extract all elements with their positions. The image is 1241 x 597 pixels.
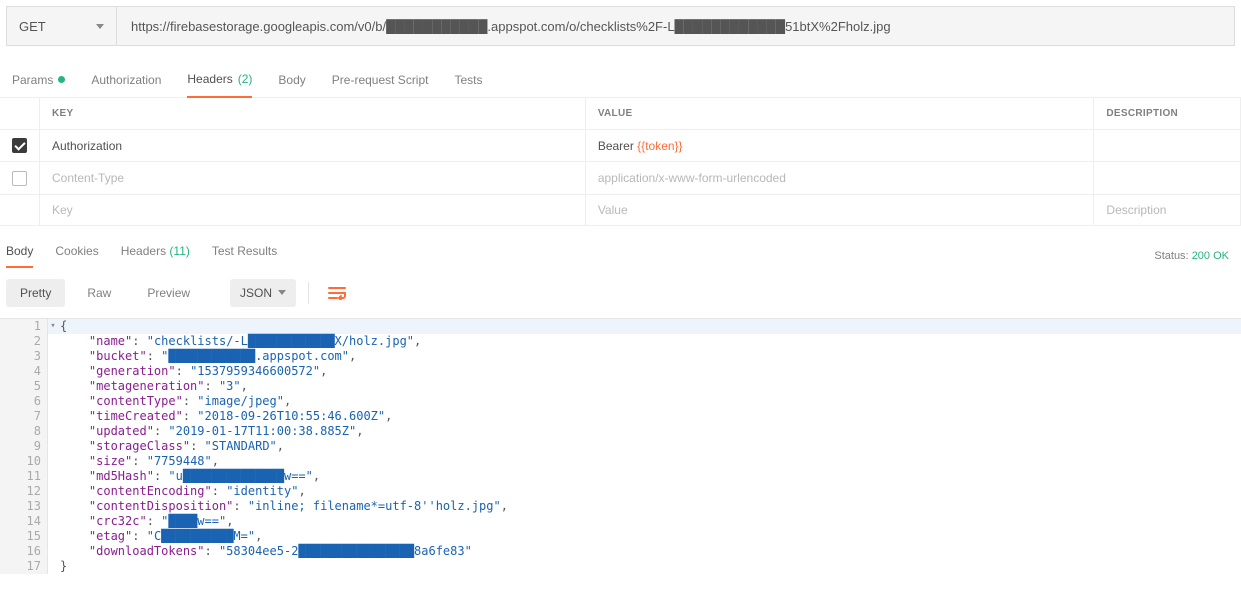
header-desc-cell[interactable]	[1094, 162, 1241, 194]
tab-label: Headers	[187, 72, 232, 86]
header-value-cell[interactable]: Bearer {{token}}	[585, 130, 1094, 162]
wrap-icon	[328, 286, 346, 300]
col-key: KEY	[40, 98, 586, 130]
viewer-toolbar: Pretty Raw Preview JSON	[0, 268, 1241, 318]
http-method-select[interactable]: GET	[7, 7, 117, 45]
header-desc-input[interactable]: Description	[1094, 194, 1241, 225]
format-label: JSON	[240, 286, 272, 300]
code-line: 13 "contentDisposition": "inline; filena…	[0, 499, 1241, 514]
tab-body[interactable]: Body	[278, 72, 305, 97]
row-checkbox[interactable]	[12, 138, 27, 153]
code-line: 16 "downloadTokens": "58304ee5-2████████…	[0, 544, 1241, 559]
code-line: 11 "md5Hash": "u██████████████w==",	[0, 469, 1241, 484]
wrap-lines-button[interactable]	[321, 278, 353, 308]
row-checkbox[interactable]	[12, 171, 27, 186]
col-value: VALUE	[585, 98, 1094, 130]
status-code: 200 OK	[1192, 250, 1229, 262]
chevron-down-icon	[96, 24, 104, 29]
code-line: 6 "contentType": "image/jpeg",	[0, 394, 1241, 409]
table-row-new[interactable]: KeyValueDescription	[0, 194, 1241, 225]
response-tabs: Body Cookies Headers (11) Test Results	[6, 244, 277, 268]
divider	[308, 282, 309, 304]
header-key-cell[interactable]: Content-Type	[40, 162, 586, 194]
code-line: 9 "storageClass": "STANDARD",	[0, 439, 1241, 454]
header-key-cell[interactable]: Authorization	[40, 130, 586, 162]
table-row[interactable]: AuthorizationBearer {{token}}	[0, 130, 1241, 162]
col-description: DESCRIPTION	[1094, 98, 1241, 130]
col-checkbox	[0, 98, 40, 130]
code-line: 7 "timeCreated": "2018-09-26T10:55:46.60…	[0, 409, 1241, 424]
response-body-viewer[interactable]: 1▾{2 "name": "checklists/-L████████████X…	[0, 318, 1241, 574]
status-block: Status: 200 OK	[1154, 250, 1229, 262]
tab-headers[interactable]: Headers (2)	[187, 72, 252, 98]
table-row[interactable]: Content-Typeapplication/x-www-form-urlen…	[0, 162, 1241, 194]
header-key-input[interactable]: Key	[40, 194, 586, 225]
chevron-down-icon	[278, 290, 286, 295]
tab-authorization[interactable]: Authorization	[91, 72, 161, 97]
headers-table: KEY VALUE DESCRIPTION AuthorizationBeare…	[0, 98, 1241, 226]
view-raw-button[interactable]: Raw	[73, 279, 125, 307]
code-line: 4 "generation": "1537959346600572",	[0, 364, 1241, 379]
header-value-input[interactable]: Value	[585, 194, 1094, 225]
code-line: 5 "metageneration": "3",	[0, 379, 1241, 394]
header-value-cell[interactable]: application/x-www-form-urlencoded	[585, 162, 1094, 194]
tab-tests[interactable]: Tests	[454, 72, 482, 97]
code-line: 1▾{	[0, 319, 1241, 334]
view-pretty-button[interactable]: Pretty	[6, 279, 65, 307]
tab-prerequest[interactable]: Pre-request Script	[332, 72, 429, 97]
code-line: 3 "bucket": "████████████.appspot.com",	[0, 349, 1241, 364]
view-preview-button[interactable]: Preview	[133, 279, 204, 307]
rtab-count: (11)	[169, 244, 189, 258]
response-bar: Body Cookies Headers (11) Test Results S…	[0, 234, 1241, 268]
tab-params[interactable]: Params	[12, 72, 65, 97]
rtab-label: Headers	[121, 244, 166, 258]
format-select[interactable]: JSON	[230, 279, 296, 307]
code-line: 15 "etag": "C██████████M=",	[0, 529, 1241, 544]
status-label: Status:	[1154, 250, 1188, 262]
request-url-input[interactable]	[117, 7, 1234, 45]
http-method-label: GET	[19, 19, 46, 34]
code-line: 12 "contentEncoding": "identity",	[0, 484, 1241, 499]
code-line: 2 "name": "checklists/-L████████████X/ho…	[0, 334, 1241, 349]
code-line: 14 "crc32c": "████w==",	[0, 514, 1241, 529]
code-line: 8 "updated": "2019-01-17T11:00:38.885Z",	[0, 424, 1241, 439]
code-line: 10 "size": "7759448",	[0, 454, 1241, 469]
rtab-body[interactable]: Body	[6, 244, 33, 268]
dot-indicator-icon	[58, 76, 65, 83]
rtab-testresults[interactable]: Test Results	[212, 244, 277, 268]
rtab-cookies[interactable]: Cookies	[55, 244, 98, 268]
code-line: 17}	[0, 559, 1241, 574]
tab-count: (2)	[238, 72, 253, 86]
header-desc-cell[interactable]	[1094, 130, 1241, 162]
request-bar: GET	[6, 6, 1235, 46]
tab-label: Params	[12, 73, 53, 87]
request-tabs: Params Authorization Headers (2) Body Pr…	[0, 60, 1241, 98]
rtab-headers[interactable]: Headers (11)	[121, 244, 190, 268]
